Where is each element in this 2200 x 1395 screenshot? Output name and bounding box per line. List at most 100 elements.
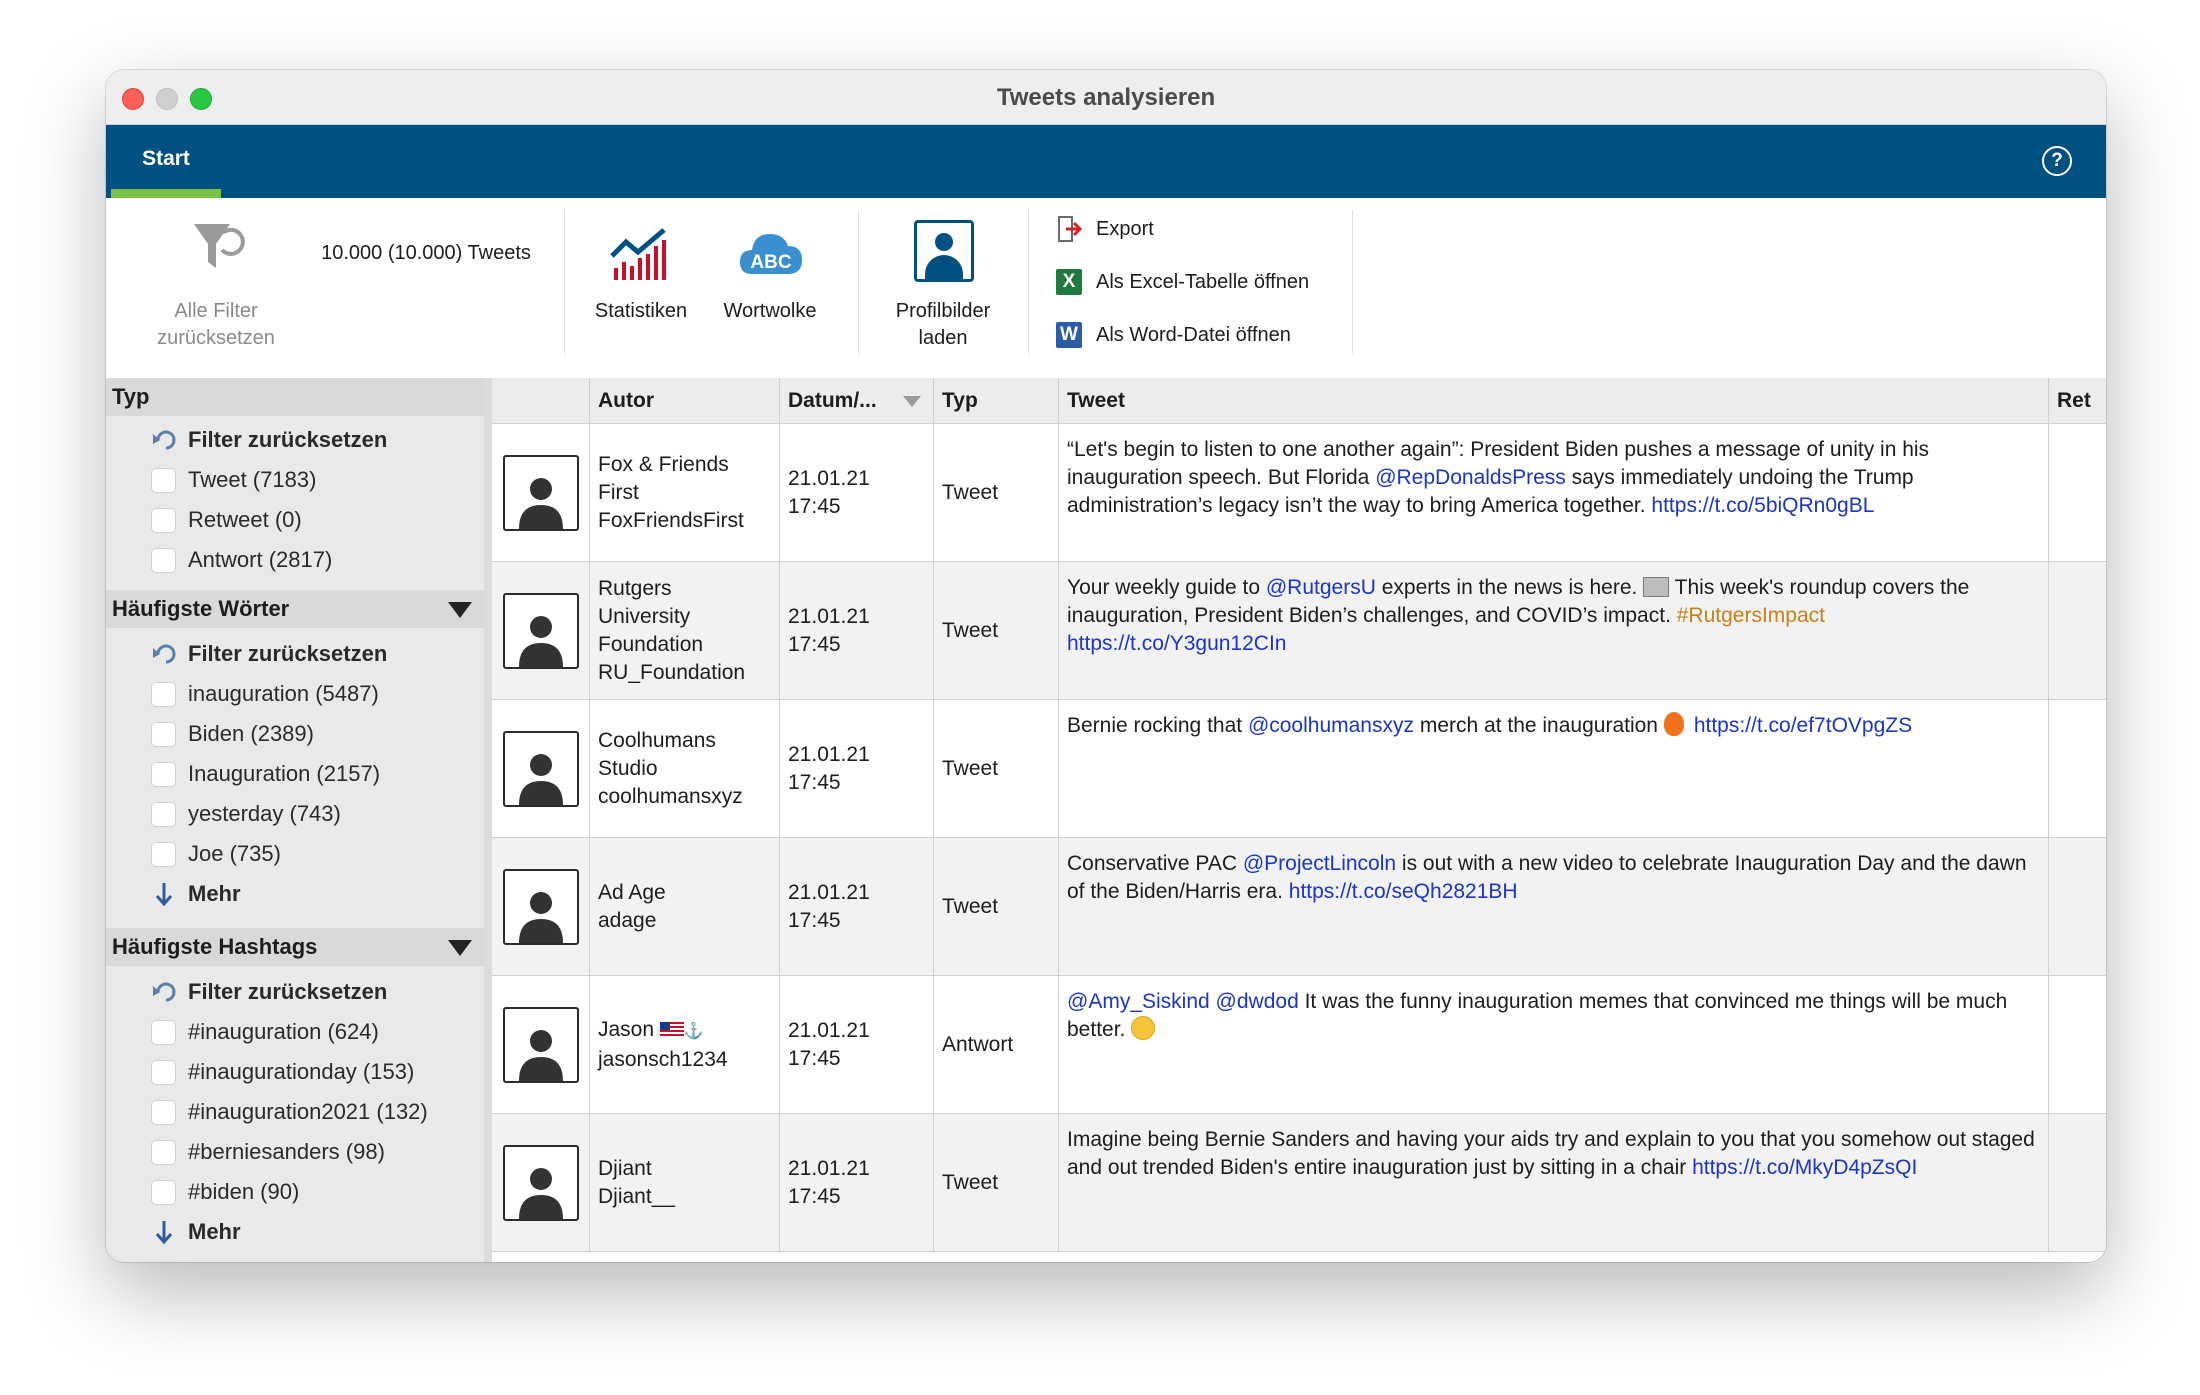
checkbox[interactable]: [151, 1099, 176, 1125]
excel-label: Als Excel-Tabelle öffnen: [1096, 270, 1310, 293]
open-word-button[interactable]: W Als Word-Datei öffnen: [1054, 318, 1291, 352]
column-header-type[interactable]: Typ: [934, 378, 1059, 424]
filter-option[interactable]: Antwort (2817): [151, 540, 332, 580]
checkbox[interactable]: [151, 467, 176, 493]
section-title-words: Häufigste Wörter: [112, 596, 290, 621]
mention-link[interactable]: @RutgersU: [1266, 576, 1376, 599]
filter-option[interactable]: yesterday (743): [151, 794, 341, 834]
tweet-table: Autor Datum/... Typ Tweet Ret Fox & Frie…: [492, 378, 2106, 1262]
avatar: [502, 1007, 579, 1083]
column-header-tweet[interactable]: Tweet: [1059, 378, 2049, 424]
section-header-hashtags[interactable]: Häufigste Hashtags: [106, 928, 484, 966]
collapse-triangle-icon[interactable]: [448, 602, 472, 618]
open-excel-button[interactable]: X Als Excel-Tabelle öffnen: [1054, 265, 1309, 299]
filter-option[interactable]: #biden (90): [151, 1172, 299, 1212]
avatar: [502, 1145, 579, 1221]
filter-option[interactable]: Retweet (0): [151, 500, 302, 540]
table-row[interactable]: Jason ⚓ jasonsch1234 21.01.21 17:45 Antwor…: [492, 976, 2106, 1114]
pane-splitter[interactable]: [484, 378, 492, 1262]
filter-option[interactable]: #inauguration2021 (132): [151, 1092, 428, 1132]
person-icon: [518, 478, 563, 529]
checkbox[interactable]: [151, 841, 176, 867]
section-header-typ[interactable]: Typ: [106, 378, 484, 416]
filter-option[interactable]: Inauguration (2157): [151, 754, 380, 794]
reset-filter-typ[interactable]: Filter zurücksetzen: [151, 420, 387, 460]
load-profile-pictures-button[interactable]: Profilbilder laden: [874, 198, 1012, 368]
mention-link[interactable]: @dwdod: [1216, 990, 1299, 1013]
table-row[interactable]: Rutgers University Foundation RU_Foundation…: [492, 562, 2106, 700]
filter-option-label: Retweet (0): [188, 507, 302, 532]
help-icon[interactable]: ?: [2042, 146, 2072, 176]
time: 17:45: [788, 633, 841, 656]
filter-option[interactable]: #inaugurationday (153): [151, 1052, 414, 1092]
column-header-author[interactable]: Autor: [590, 378, 780, 424]
date: 21.01.21: [788, 881, 870, 904]
author-name: Rutgers: [598, 577, 672, 600]
filter-option-label: yesterday (743): [188, 801, 341, 826]
checkbox[interactable]: [151, 801, 176, 827]
more-hashtags-button[interactable]: Mehr: [151, 1212, 241, 1252]
author-cell: Fox & Friends First FoxFriendsFirst: [590, 424, 780, 562]
mention-link[interactable]: @RepDonaldsPress: [1375, 466, 1566, 489]
filter-option[interactable]: #berniesanders (98): [151, 1132, 385, 1172]
checkbox[interactable]: [151, 761, 176, 787]
filter-option-label: Antwort (2817): [188, 547, 333, 572]
avatar: [502, 455, 579, 531]
checkbox[interactable]: [151, 1179, 176, 1205]
ribbon-tab-bar: Start ?: [106, 125, 2106, 198]
excel-icon: X: [1054, 267, 1084, 297]
column-header-avatar[interactable]: [492, 378, 590, 424]
section-header-words[interactable]: Häufigste Wörter: [106, 590, 484, 628]
filter-option[interactable]: inauguration (5487): [151, 674, 379, 714]
table-row[interactable]: Fox & Friends First FoxFriendsFirst 21.01.…: [492, 424, 2106, 562]
type-cell: Tweet: [934, 1114, 1059, 1252]
tab-active-indicator: [111, 189, 221, 198]
checkbox[interactable]: [151, 507, 176, 533]
table-row[interactable]: Djiant Djiant__ 21.01.21 17:45 Tweet Imagi…: [492, 1114, 2106, 1252]
avatar: [502, 869, 579, 945]
hashtag-link[interactable]: #RutgersImpact: [1677, 604, 1825, 627]
filter-option[interactable]: Tweet (7183): [151, 460, 316, 500]
filter-option[interactable]: Joe (735): [151, 834, 281, 874]
filter-option[interactable]: Biden (2389): [151, 714, 314, 754]
author-name: Foundation: [598, 633, 704, 656]
more-words-button[interactable]: Mehr: [151, 874, 241, 914]
export-button[interactable]: Export: [1054, 212, 1154, 246]
column-header-date[interactable]: Datum/...: [780, 378, 934, 424]
collapse-triangle-icon[interactable]: [448, 940, 472, 956]
person-icon: [518, 892, 563, 943]
url-link[interactable]: https://t.co/seQh2821BH: [1289, 880, 1518, 903]
url-link[interactable]: https://t.co/ef7tOVpgZS: [1694, 714, 1912, 737]
mention-link[interactable]: @Amy_Siskind: [1067, 990, 1210, 1013]
url-link[interactable]: https://t.co/5biQRn0gBL: [1651, 494, 1874, 517]
checkbox[interactable]: [151, 721, 176, 747]
filter-reset-icon: [194, 224, 245, 268]
undo-icon: [151, 642, 176, 667]
filter-option[interactable]: #inauguration (624): [151, 1012, 379, 1052]
table-row[interactable]: Coolhumans Studio coolhumansxyz 21.01.21 17…: [492, 700, 2106, 838]
mention-link[interactable]: @coolhumansxyz: [1248, 714, 1414, 737]
url-link[interactable]: https://t.co/MkyD4pZsQI: [1692, 1156, 1917, 1179]
reset-filter-words[interactable]: Filter zurücksetzen: [151, 634, 387, 674]
table-row[interactable]: Ad Age adage 21.01.21 17:45 Tweet Conserva…: [492, 838, 2106, 976]
reset-filter-hashtags[interactable]: Filter zurücksetzen: [151, 972, 387, 1012]
sort-descending-icon[interactable]: [903, 396, 921, 407]
filter-option-label: #inauguration2021 (132): [188, 1099, 428, 1124]
checkbox[interactable]: [151, 547, 176, 573]
tweet-cell: Bernie rocking that @coolhumansxyz merch…: [1059, 700, 2049, 838]
checkbox[interactable]: [151, 1019, 176, 1045]
checkbox[interactable]: [151, 681, 176, 707]
reset-all-filters-button[interactable]: Alle Filter zurücksetzen: [126, 198, 306, 368]
checkbox[interactable]: [151, 1139, 176, 1165]
url-link[interactable]: https://t.co/Y3gun12CIn: [1067, 632, 1286, 655]
mention-link[interactable]: @ProjectLincoln: [1243, 852, 1396, 875]
column-header-retweets[interactable]: Ret: [2049, 378, 2106, 424]
reset-filter-label: Filter zurücksetzen: [188, 427, 388, 452]
wordcloud-button[interactable]: ABC Wortwolke: [710, 198, 830, 368]
statistics-button[interactable]: Statistiken: [586, 198, 696, 368]
checkbox[interactable]: [151, 1059, 176, 1085]
section-title-hashtags: Häufigste Hashtags: [112, 934, 318, 959]
avatar: [502, 731, 579, 807]
tab-start[interactable]: Start: [111, 125, 221, 198]
date: 21.01.21: [788, 1019, 870, 1042]
